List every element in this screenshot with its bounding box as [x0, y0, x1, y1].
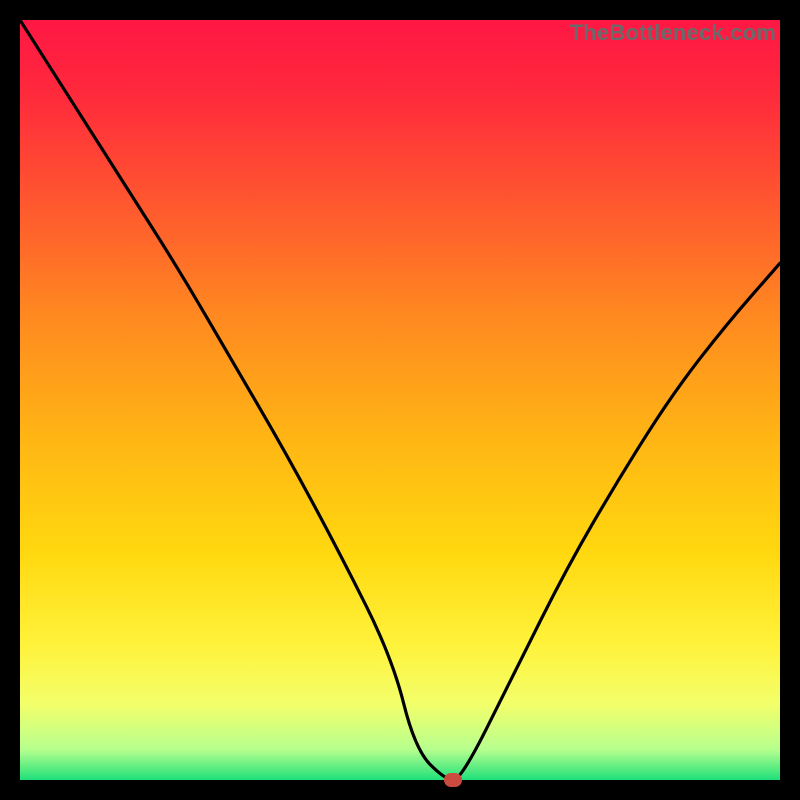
- chart-frame: TheBottleneck.com: [20, 20, 780, 780]
- watermark-text: TheBottleneck.com: [570, 20, 776, 46]
- optimal-point-marker: [444, 773, 462, 787]
- gradient-background: [20, 20, 780, 780]
- bottleneck-chart: [20, 20, 780, 780]
